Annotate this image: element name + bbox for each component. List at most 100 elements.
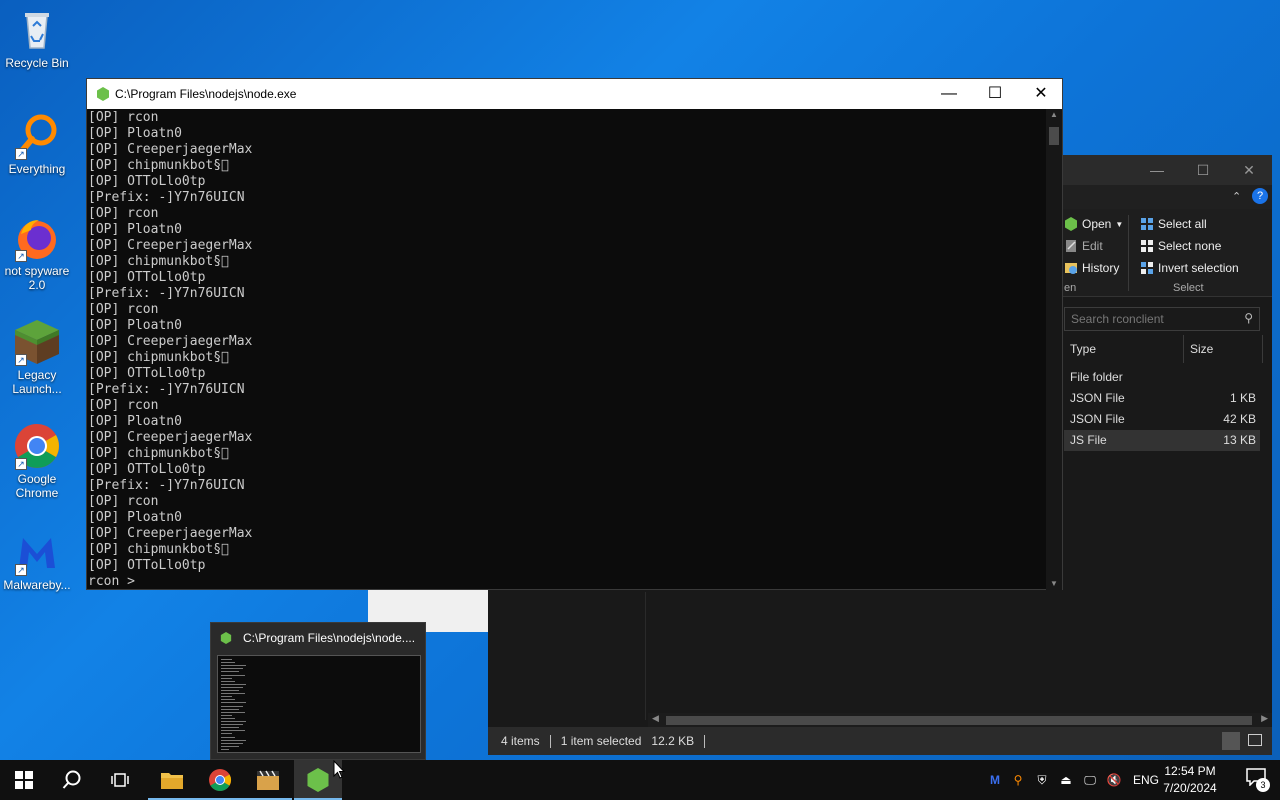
taskbar-file-explorer[interactable] (148, 760, 196, 800)
collapse-ribbon-icon[interactable]: ⌃ (1232, 190, 1241, 203)
console-line: [Prefix: -]Y7n76UICN (88, 286, 245, 301)
malwarebytes-tray-icon[interactable]: M (984, 773, 1006, 787)
windows-logo-icon (15, 771, 33, 789)
taskbar-chrome[interactable] (196, 760, 244, 800)
desktop-icon-recycle-bin[interactable]: Recycle Bin (0, 6, 74, 70)
clock[interactable]: 12:54 PM 7/20/2024 (1152, 763, 1228, 797)
invert-selection-button[interactable]: Invert selection (1140, 261, 1239, 275)
file-type: JSON File (1070, 412, 1125, 426)
maximize-icon[interactable]: ☐ (972, 79, 1018, 109)
console-window[interactable]: C:\Program Files\nodejs\node.exe — ☐ ✕ [… (86, 78, 1063, 590)
preview-line (221, 705, 243, 707)
horizontal-scrollbar[interactable]: ◀ ▶ (648, 713, 1272, 727)
scroll-right-icon[interactable]: ▶ (1261, 713, 1268, 724)
minimize-icon[interactable]: — (1134, 155, 1180, 185)
taskbar-thumbnail-preview[interactable]: C:\Program Files\nodejs\node.... (210, 622, 426, 760)
file-type: JS File (1070, 433, 1107, 447)
desktop-icon-malwarebytes[interactable]: ↗ Malwareby... (0, 528, 74, 592)
scroll-left-icon[interactable]: ◀ (652, 713, 659, 724)
scroll-down-icon[interactable]: ▼ (1046, 578, 1062, 590)
desktop-icon-google-chrome[interactable]: ↗ Google Chrome (0, 422, 74, 500)
scroll-up-icon[interactable]: ▲ (1046, 109, 1062, 121)
console-titlebar[interactable]: C:\Program Files\nodejs\node.exe — ☐ ✕ (87, 79, 1062, 109)
large-icons-view-icon[interactable] (1248, 734, 1262, 746)
close-icon[interactable]: ✕ (1226, 155, 1272, 185)
preview-line (221, 739, 247, 741)
task-view-icon (111, 773, 129, 787)
maximize-icon[interactable]: ☐ (1180, 155, 1226, 185)
console-line: [OP] rcon (88, 494, 159, 509)
action-center-button[interactable]: 3 (1246, 768, 1272, 792)
volume-muted-icon[interactable]: 🔇 (1102, 773, 1126, 787)
clock-time: 12:54 PM (1164, 764, 1216, 778)
desktop: Recycle Bin ↗ Everything ↗ not spyware 2… (0, 0, 1280, 760)
column-divider (1262, 335, 1263, 363)
preview-line (221, 674, 245, 676)
thumbnail-title: C:\Program Files\nodejs\node.... (243, 631, 416, 645)
console-line: [OP] CreeperjaegerMax (88, 526, 253, 541)
task-view-button[interactable] (96, 760, 144, 800)
scrollbar-thumb[interactable] (1049, 127, 1059, 145)
history-button[interactable]: History (1064, 261, 1119, 275)
dropdown-arrow-icon: ▼ (1115, 219, 1124, 229)
status-divider (704, 734, 706, 748)
preview-line (221, 668, 243, 670)
open-button[interactable]: Open ▼ (1064, 217, 1123, 231)
search-button[interactable] (48, 760, 96, 800)
network-icon[interactable]: 🖵 (1078, 773, 1102, 788)
preview-line (221, 659, 232, 660)
navigation-pane[interactable] (488, 592, 646, 720)
select-group-label: Select (1173, 282, 1204, 294)
nodejs-hex-icon (220, 632, 232, 644)
help-icon[interactable]: ? (1252, 188, 1268, 204)
select-none-button[interactable]: Select none (1140, 239, 1221, 253)
start-button[interactable] (0, 760, 48, 800)
usb-eject-icon[interactable]: ⏏ (1054, 773, 1078, 787)
minimize-icon[interactable]: — (926, 79, 972, 109)
details-view-icon[interactable] (1222, 732, 1240, 750)
system-tray: M ⚲ ⛨ ⏏ 🖵 🔇 ENG (984, 760, 1166, 800)
scrollbar-thumb[interactable] (666, 716, 1252, 725)
console-output[interactable]: [OP] rcon [OP] Ploatn0 [OP] CreeperjaegerM… (87, 109, 1047, 590)
console-line: [OP] OTToLlo0tp (88, 366, 206, 381)
column-size[interactable]: Size (1190, 342, 1213, 356)
preview-line (221, 662, 236, 664)
file-row[interactable]: JSON File 1 KB (1064, 388, 1260, 409)
edit-button[interactable]: Edit (1064, 239, 1103, 253)
desktop-icon-not-spyware[interactable]: ↗ not spyware 2.0 (0, 214, 74, 292)
shortcut-arrow-icon: ↗ (15, 564, 27, 576)
desktop-icon-label: Google Chrome (15, 472, 59, 500)
invert-selection-label: Invert selection (1158, 261, 1239, 275)
search-placeholder: Search rconclient (1071, 312, 1164, 326)
vertical-scrollbar[interactable]: ▲ ▼ (1046, 109, 1062, 590)
column-type[interactable]: Type (1070, 342, 1096, 356)
console-line: [OP] CreeperjaegerMax (88, 142, 253, 157)
taskbar-media-app[interactable] (244, 760, 292, 800)
desktop-icon-legacy-launcher[interactable]: ↗ Legacy Launch... (0, 318, 74, 396)
status-selected: 1 item selected (560, 734, 642, 748)
search-input[interactable]: Search rconclient ⚲ (1064, 307, 1260, 331)
console-line: [OP] OTToLlo0tp (88, 462, 206, 477)
edit-icon (1066, 240, 1076, 252)
console-line: [OP] chipmunkbot§  (88, 158, 229, 173)
file-row[interactable]: JSON File 42 KB (1064, 409, 1260, 430)
desktop-icon-everything[interactable]: ↗ Everything (0, 112, 74, 176)
status-size: 12.2 KB (651, 734, 695, 748)
preview-line (221, 717, 236, 719)
taskbar: M ⚲ ⛨ ⏏ 🖵 🔇 ENG 12:54 PM 7/20/2024 3 (0, 760, 1280, 800)
preview-line (221, 727, 239, 729)
file-row-selected[interactable]: JS File 13 KB (1064, 430, 1260, 451)
preview-line (221, 748, 230, 750)
thumbnail-console-preview (217, 655, 421, 753)
file-row[interactable]: File folder (1064, 367, 1260, 388)
console-prompt[interactable]: rcon > (88, 574, 1047, 590)
close-icon[interactable]: ✕ (1018, 79, 1064, 109)
select-all-button[interactable]: Select all (1140, 217, 1207, 231)
file-type: File folder (1070, 370, 1123, 384)
preview-line (221, 733, 232, 735)
security-shield-icon[interactable]: ⛨ (1030, 773, 1054, 788)
console-line: [OP] Ploatn0 (88, 318, 182, 333)
everything-tray-icon[interactable]: ⚲ (1006, 773, 1030, 787)
column-divider (1183, 335, 1184, 363)
console-line: [OP] rcon (88, 110, 159, 125)
